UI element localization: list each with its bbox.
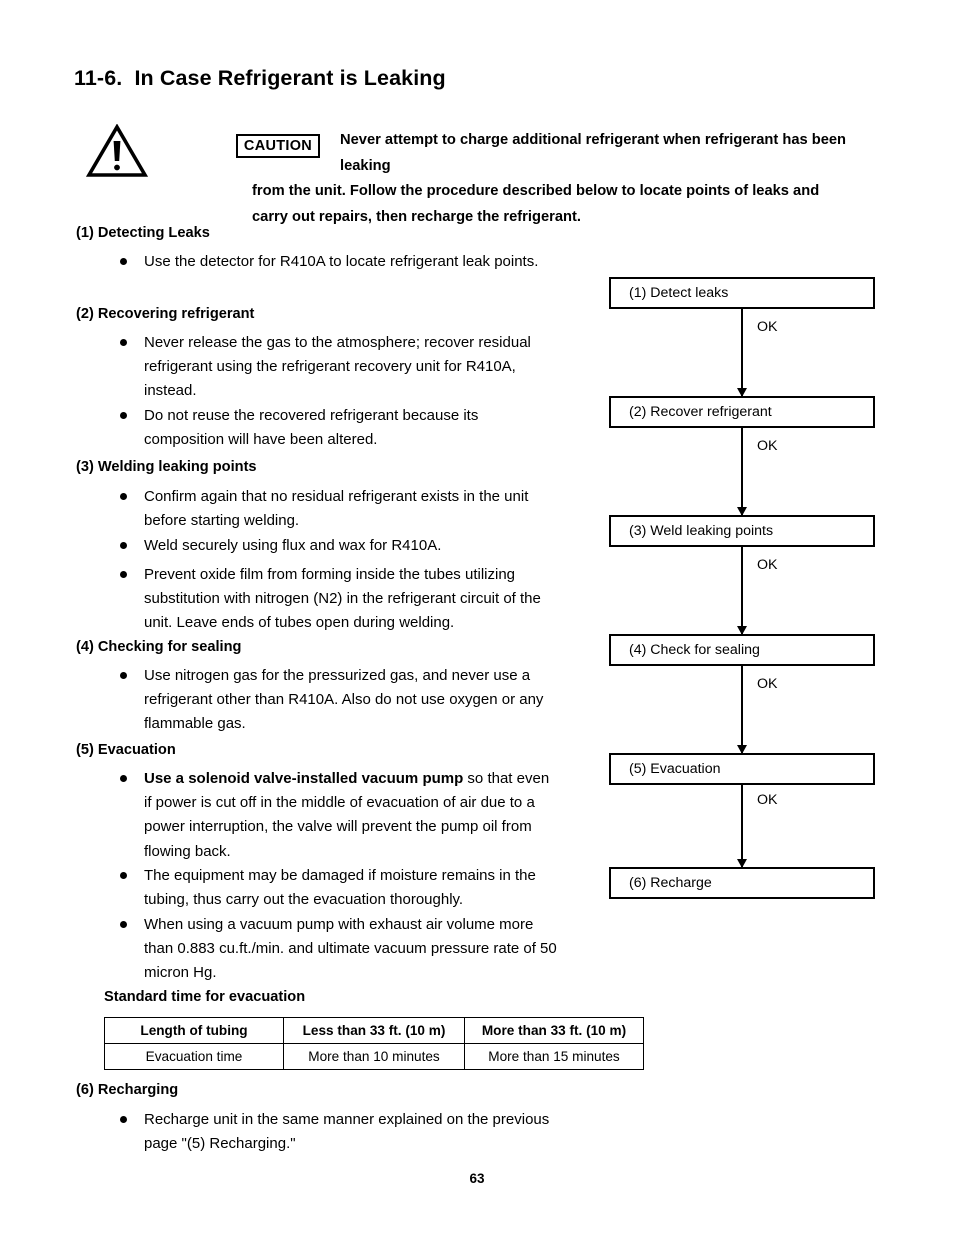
flow-connector-label-1: OK bbox=[757, 319, 778, 335]
caution-line-1: Never attempt to charge additional refri… bbox=[340, 132, 847, 174]
bullet-dot-icon bbox=[120, 493, 127, 500]
page-title: 11-6. In Case Refrigerant is Leaking bbox=[74, 66, 446, 90]
bullet-dot-icon bbox=[120, 412, 127, 419]
list-item: Do not reuse the recovered refrigerant b… bbox=[120, 404, 560, 452]
section-heading-6: (6) Recharging bbox=[76, 1082, 179, 1098]
list-item: The equipment may be damaged if moisture… bbox=[120, 864, 560, 912]
flow-connector-4 bbox=[736, 666, 747, 754]
table-header-row: Length of tubing Less than 33 ft. (10 m)… bbox=[104, 1017, 644, 1044]
table-header-cell: More than 33 ft. (10 m) bbox=[464, 1017, 644, 1044]
list-item: Never release the gas to the atmosphere;… bbox=[120, 331, 560, 404]
bullet-dot-icon bbox=[120, 775, 127, 782]
list-item: Weld securely using flux and wax for R41… bbox=[120, 534, 560, 558]
flow-step-label: (3) Weld leaking points bbox=[629, 522, 774, 539]
caution-text: Never attempt to charge additional refri… bbox=[252, 128, 872, 230]
flow-step-4: (4) Check for sealing bbox=[609, 634, 875, 666]
table-header-cell: Less than 33 ft. (10 m) bbox=[283, 1017, 465, 1044]
bullet-dot-icon bbox=[120, 672, 127, 679]
flow-step-5: (5) Evacuation bbox=[609, 753, 875, 785]
page-number: 63 bbox=[469, 1171, 485, 1186]
section-heading-4: (4) Checking for sealing bbox=[76, 639, 242, 655]
flow-connector-3 bbox=[736, 547, 747, 635]
list-item-text: Use a solenoid valve-installed vacuum pu… bbox=[120, 767, 560, 864]
table-header-cell: Length of tubing bbox=[104, 1017, 284, 1044]
flow-connector-label-3: OK bbox=[757, 557, 778, 573]
bullet-dot-icon bbox=[120, 258, 127, 265]
caution-line-2: from the unit. Follow the procedure desc… bbox=[252, 183, 820, 199]
list-item-text: Recharge unit in the same manner explain… bbox=[144, 1111, 550, 1153]
list-item: Confirm again that no residual refrigera… bbox=[120, 485, 560, 533]
section-heading-5: (5) Evacuation bbox=[76, 742, 176, 758]
flow-step-label: (4) Check for sealing bbox=[629, 641, 760, 658]
bullet-dot-icon bbox=[120, 571, 127, 578]
list-item-text: When using a vacuum pump with exhaust ai… bbox=[144, 916, 557, 982]
bullet-dot-icon bbox=[120, 872, 127, 879]
document-page: 11-6. In Case Refrigerant is Leaking CAU… bbox=[0, 0, 954, 1235]
bullet-dot-icon bbox=[120, 542, 127, 549]
flow-connector-label-4: OK bbox=[757, 676, 778, 692]
list-item: Use nitrogen gas for the pressurized gas… bbox=[120, 664, 560, 737]
flow-step-6: (6) Recharge bbox=[609, 867, 875, 899]
section-heading-1: (1) Detecting Leaks bbox=[76, 225, 210, 241]
flow-connector-1 bbox=[736, 309, 747, 397]
flow-connector-5 bbox=[736, 785, 747, 868]
list-item-text: Do not reuse the recovered refrigerant b… bbox=[144, 407, 479, 449]
table-cell: More than 15 minutes bbox=[464, 1043, 644, 1070]
list-item: When using a vacuum pump with exhaust ai… bbox=[120, 913, 560, 986]
list-item-text: The equipment may be damaged if moisture… bbox=[144, 867, 536, 909]
section-heading-3: (3) Welding leaking points bbox=[76, 459, 257, 475]
list-item: Use a solenoid valve-installed vacuum pu… bbox=[120, 767, 560, 864]
list-item: Prevent oxide film from forming inside t… bbox=[120, 563, 560, 636]
flow-step-2: (2) Recover refrigerant bbox=[609, 396, 875, 428]
flow-connector-label-2: OK bbox=[757, 438, 778, 454]
list-item-bold-lead: Use a solenoid valve-installed vacuum pu… bbox=[144, 770, 464, 787]
flow-step-label: (1) Detect leaks bbox=[629, 284, 729, 301]
bullet-dot-icon bbox=[120, 339, 127, 346]
list-item-text: Use nitrogen gas for the pressurized gas… bbox=[144, 667, 544, 733]
list-item-text: Prevent oxide film from forming inside t… bbox=[144, 566, 541, 632]
flow-step-label: (5) Evacuation bbox=[629, 760, 721, 777]
list-item-text: Weld securely using flux and wax for R41… bbox=[144, 537, 442, 554]
warning-triangle-icon bbox=[85, 123, 149, 178]
bullet-dot-icon bbox=[120, 921, 127, 928]
bullet-dot-icon bbox=[120, 1116, 127, 1123]
table-row: Evacuation time More than 10 minutes Mor… bbox=[104, 1043, 644, 1070]
flow-step-3: (3) Weld leaking points bbox=[609, 515, 875, 547]
table-cell: More than 10 minutes bbox=[283, 1043, 465, 1070]
flow-connector-2 bbox=[736, 428, 747, 516]
repair-procedure-flowchart: (1) Detect leaks OK (2) Recover refriger… bbox=[609, 277, 877, 899]
evacuation-time-table: Length of tubing Less than 33 ft. (10 m)… bbox=[104, 1017, 644, 1070]
flow-step-label: (2) Recover refrigerant bbox=[629, 403, 772, 420]
flow-step-1: (1) Detect leaks bbox=[609, 277, 875, 309]
list-item: Use the detector for R410A to locate ref… bbox=[120, 250, 560, 274]
list-item-text: Confirm again that no residual refrigera… bbox=[144, 488, 529, 530]
list-item: Recharge unit in the same manner explain… bbox=[120, 1108, 560, 1156]
table-cell: Evacuation time bbox=[104, 1043, 284, 1070]
section-heading-2: (2) Recovering refrigerant bbox=[76, 306, 255, 322]
caution-line-3: carry out repairs, then recharge the ref… bbox=[252, 208, 581, 225]
list-item-text: Never release the gas to the atmosphere;… bbox=[144, 334, 531, 400]
table-caption: Standard time for evacuation bbox=[104, 989, 306, 1005]
flow-step-label: (6) Recharge bbox=[629, 874, 712, 891]
list-item-text: Use the detector for R410A to locate ref… bbox=[144, 253, 539, 270]
flow-connector-label-5: OK bbox=[757, 792, 778, 808]
